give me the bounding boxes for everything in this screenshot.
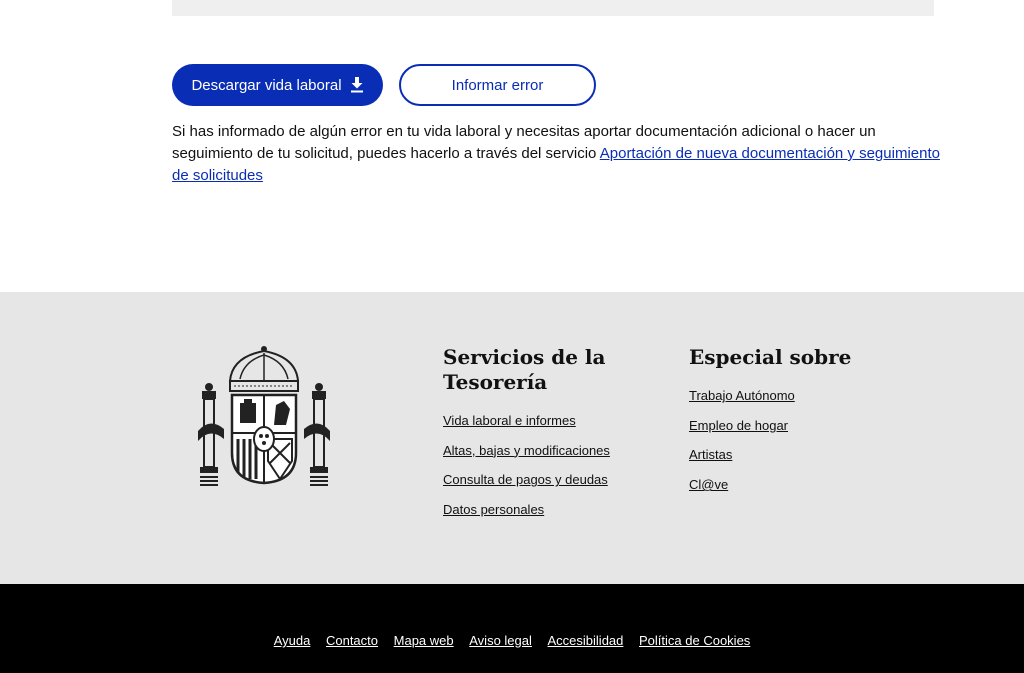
report-error-button[interactable]: Informar error [399, 64, 596, 106]
footer-link-artistas[interactable]: Artistas [689, 447, 732, 462]
footer-link-empleo-hogar[interactable]: Empleo de hogar [689, 418, 788, 433]
footer-link-clave[interactable]: Cl@ve [689, 477, 728, 492]
bottom-bar [0, 584, 1024, 673]
footer-link-vida-laboral[interactable]: Vida laboral e informes [443, 413, 576, 428]
bottom-link-mapa-web[interactable]: Mapa web [394, 633, 454, 648]
download-button-label: Descargar vida laboral [191, 76, 342, 94]
footer-link-datos-personales[interactable]: Datos personales [443, 502, 544, 517]
bottom-link-aviso-legal[interactable]: Aviso legal [469, 633, 532, 648]
treasury-services-heading: Servicios de la Tesorería [443, 345, 606, 394]
download-work-history-button[interactable]: Descargar vida laboral [172, 64, 383, 106]
bottom-link-ayuda[interactable]: Ayuda [274, 633, 311, 648]
bottom-link-contacto[interactable]: Contacto [326, 633, 378, 648]
bottom-link-cookies[interactable]: Política de Cookies [639, 633, 750, 648]
coat-of-arms-icon [198, 346, 330, 486]
previous-section-panel [172, 0, 934, 16]
footer-special-about: Especial sobre Trabajo Autónomo Empleo d… [689, 345, 909, 507]
footer-link-altas-bajas[interactable]: Altas, bajas y modificaciones [443, 443, 610, 458]
download-icon [350, 77, 363, 93]
footer-treasury-services: Servicios de la Tesorería Vida laboral e… [443, 345, 653, 532]
footer-link-consulta-pagos[interactable]: Consulta de pagos y deudas [443, 472, 608, 487]
report-error-label: Informar error [451, 76, 544, 94]
bottom-link-accesibilidad[interactable]: Accesibilidad [548, 633, 624, 648]
footer-link-trabajo-autonomo[interactable]: Trabajo Autónomo [689, 388, 795, 403]
bottom-links: Ayuda Contacto Mapa web Aviso legal Acce… [0, 633, 1024, 648]
special-about-heading: Especial sobre [689, 345, 852, 369]
info-paragraph: Si has informado de algún error en tu vi… [172, 121, 942, 187]
